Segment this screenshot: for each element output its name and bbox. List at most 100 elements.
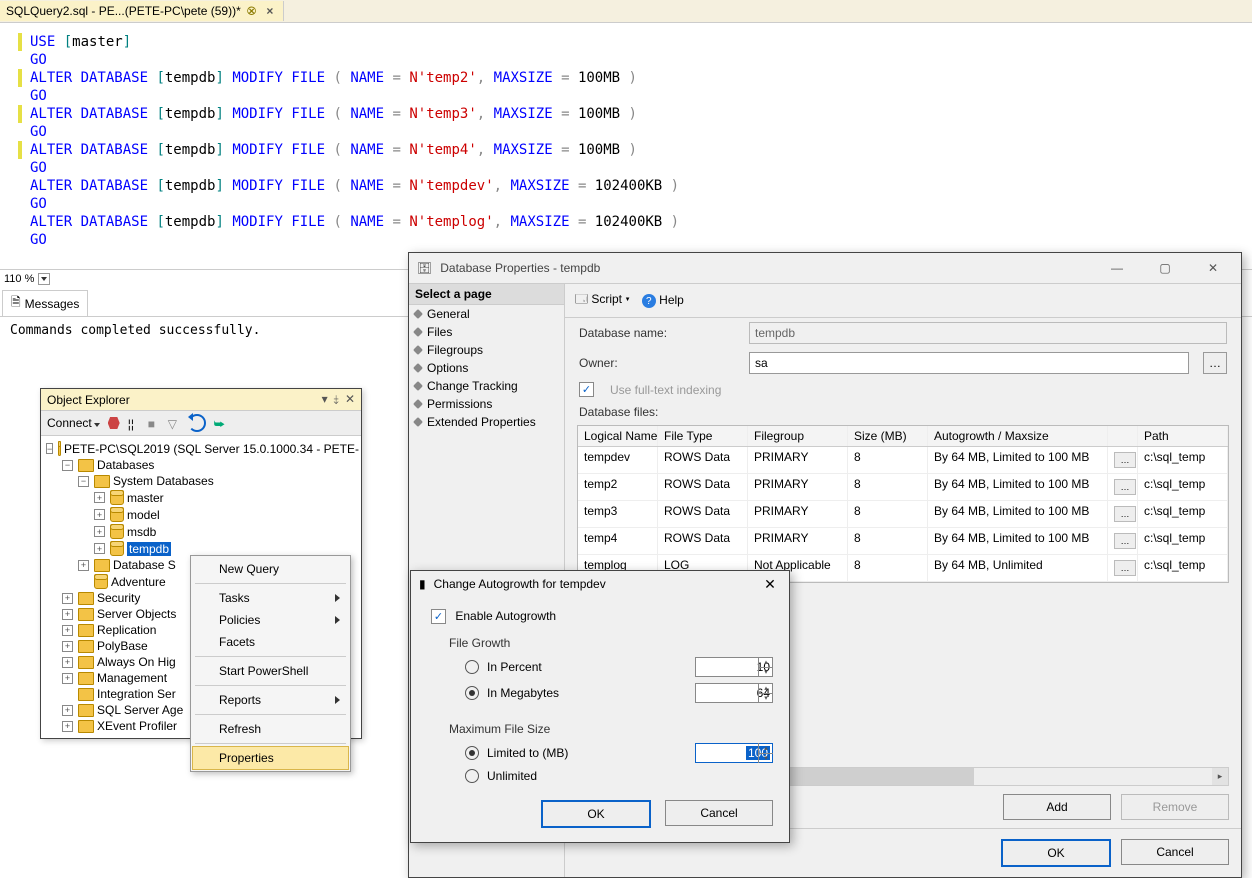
help-button[interactable]: ? Help bbox=[642, 293, 684, 309]
megabytes-radio[interactable] bbox=[465, 686, 479, 700]
files-grid[interactable]: Logical NameFile TypeFilegroupSize (MB)A… bbox=[577, 425, 1229, 583]
filter-icon[interactable]: ¦¦ bbox=[128, 417, 140, 429]
grid-row[interactable]: tempdevROWS DataPRIMARY8By 64 MB, Limite… bbox=[578, 447, 1228, 474]
close-icon[interactable]: ✕ bbox=[345, 392, 355, 407]
cancel-button[interactable]: Cancel bbox=[1121, 839, 1229, 865]
pin-icon[interactable]: ⤈ bbox=[334, 392, 339, 407]
megabytes-spinner[interactable]: 64▴▾ bbox=[695, 683, 773, 703]
tree-node[interactable]: −System Databases bbox=[43, 473, 359, 489]
grid-row[interactable]: temp3ROWS DataPRIMARY8By 64 MB, Limited … bbox=[578, 501, 1228, 528]
grid-row[interactable]: temp4ROWS DataPRIMARY8By 64 MB, Limited … bbox=[578, 528, 1228, 555]
fulltext-checkbox: ✓ bbox=[579, 382, 594, 397]
tree-node[interactable]: −Databases bbox=[43, 457, 359, 473]
unlimited-radio[interactable] bbox=[465, 769, 479, 783]
sql-editor[interactable]: USE [master]GOALTER DATABASE [tempdb] MO… bbox=[0, 23, 1252, 269]
dialog-title-bar[interactable]: 🗄 Database Properties - tempdb — ▢ ✕ bbox=[409, 253, 1241, 283]
remove-button: Remove bbox=[1121, 794, 1229, 820]
disconnect-icon[interactable] bbox=[108, 417, 120, 429]
zoom-value: 110 % bbox=[4, 273, 34, 285]
pin-icon[interactable]: ⮿ bbox=[247, 4, 257, 19]
unlimited-label: Unlimited bbox=[487, 769, 537, 783]
dropdown-icon[interactable]: ▾ bbox=[322, 392, 328, 407]
close-button[interactable]: ✕ bbox=[1193, 256, 1233, 280]
messages-tab[interactable]: 🗎 Messages bbox=[2, 290, 88, 316]
limited-radio[interactable] bbox=[465, 746, 479, 760]
nav-page[interactable]: General bbox=[409, 305, 564, 323]
ok-button[interactable]: OK bbox=[1001, 839, 1111, 867]
scroll-right-icon[interactable]: ▸ bbox=[1212, 768, 1228, 785]
messages-icon: 🗎 bbox=[11, 293, 21, 314]
autogrowth-button[interactable]: … bbox=[1114, 479, 1136, 495]
minimize-button[interactable]: — bbox=[1097, 256, 1137, 280]
autogrowth-button[interactable]: … bbox=[1114, 506, 1136, 522]
menu-item[interactable]: Policies bbox=[193, 609, 348, 631]
owner-label: Owner: bbox=[579, 356, 739, 370]
script-button[interactable]: 🗔 Script ▾ bbox=[575, 290, 630, 311]
db-name-field: tempdb bbox=[749, 322, 1227, 344]
nav-page[interactable]: Options bbox=[409, 359, 564, 377]
nav-page[interactable]: Extended Properties bbox=[409, 413, 564, 431]
stop-icon[interactable]: ■ bbox=[148, 417, 160, 429]
zoom-dropdown-icon[interactable] bbox=[38, 273, 50, 285]
object-explorer-toolbar: Connect ¦¦ ■ ▽ ⮩ bbox=[41, 410, 361, 436]
max-size-label: Maximum File Size bbox=[411, 718, 789, 740]
menu-item[interactable]: Reports bbox=[193, 689, 348, 711]
ok-button[interactable]: OK bbox=[541, 800, 651, 828]
limited-spinner[interactable]: 100▴▾ bbox=[695, 743, 773, 763]
file-icon: ▮ bbox=[419, 577, 426, 591]
refresh-icon[interactable] bbox=[188, 414, 206, 432]
maximize-button[interactable]: ▢ bbox=[1145, 256, 1185, 280]
limited-label: Limited to (MB) bbox=[487, 746, 568, 760]
file-growth-label: File Growth bbox=[411, 632, 789, 654]
autogrowth-button[interactable]: … bbox=[1114, 560, 1136, 576]
messages-tab-label: Messages bbox=[25, 297, 80, 311]
object-explorer-title: Object Explorer bbox=[47, 393, 130, 407]
tree-node[interactable]: +model bbox=[43, 506, 359, 523]
autogrowth-title: Change Autogrowth for tempdev bbox=[434, 577, 606, 591]
close-icon[interactable]: ✕ bbox=[759, 574, 781, 594]
close-tab-icon[interactable]: × bbox=[262, 4, 277, 18]
tree-node[interactable]: +master bbox=[43, 489, 359, 506]
nav-page[interactable]: Filegroups bbox=[409, 341, 564, 359]
messages-text: Commands completed successfully. bbox=[10, 323, 260, 338]
percent-label: In Percent bbox=[487, 660, 542, 674]
tree-node[interactable]: +msdb bbox=[43, 523, 359, 540]
owner-field[interactable]: sa bbox=[749, 352, 1189, 374]
autogrowth-dialog: ▮ Change Autogrowth for tempdev ✕ ✓ Enab… bbox=[410, 570, 790, 843]
tree-node[interactable]: −PETE-PC\SQL2019 (SQL Server 15.0.1000.3… bbox=[43, 440, 359, 457]
menu-item[interactable]: New Query bbox=[193, 558, 348, 580]
menu-item[interactable]: Start PowerShell bbox=[193, 660, 348, 682]
connect-button[interactable]: Connect bbox=[47, 416, 100, 430]
nav-page[interactable]: Files bbox=[409, 323, 564, 341]
menu-item[interactable]: Refresh bbox=[193, 718, 348, 740]
files-label: Database files: bbox=[579, 405, 739, 419]
db-name-label: Database name: bbox=[579, 326, 739, 340]
editor-tab-bar: SQLQuery2.sql - PE...(PETE-PC\pete (59))… bbox=[0, 0, 1252, 23]
fulltext-label: Use full-text indexing bbox=[610, 383, 721, 397]
activity-icon[interactable]: ⮩ bbox=[214, 417, 226, 429]
autogrowth-button[interactable]: … bbox=[1114, 452, 1136, 468]
grid-row[interactable]: temp2ROWS DataPRIMARY8By 64 MB, Limited … bbox=[578, 474, 1228, 501]
context-menu: New Query TasksPoliciesFacets Start PowerS… bbox=[190, 555, 351, 772]
tab-title: SQLQuery2.sql - PE...(PETE-PC\pete (59))… bbox=[6, 4, 241, 18]
menu-item[interactable]: Tasks bbox=[193, 587, 348, 609]
nav-page[interactable]: Change Tracking bbox=[409, 377, 564, 395]
page-nav-header: Select a page bbox=[409, 284, 564, 305]
enable-autogrowth-checkbox[interactable]: ✓ bbox=[431, 609, 446, 624]
menu-item[interactable]: Properties bbox=[192, 746, 349, 770]
owner-browse-button[interactable]: … bbox=[1203, 352, 1227, 374]
editor-tab[interactable]: SQLQuery2.sql - PE...(PETE-PC\pete (59))… bbox=[0, 1, 284, 21]
percent-radio[interactable] bbox=[465, 660, 479, 674]
funnel-icon[interactable]: ▽ bbox=[168, 417, 180, 429]
menu-item[interactable]: Facets bbox=[193, 631, 348, 653]
autogrowth-title-bar[interactable]: ▮ Change Autogrowth for tempdev ✕ bbox=[411, 571, 789, 597]
percent-spinner[interactable]: 10▴▾ bbox=[695, 657, 773, 677]
nav-page[interactable]: Permissions bbox=[409, 395, 564, 413]
dialog-title: Database Properties - tempdb bbox=[440, 261, 600, 275]
properties-toolbar: 🗔 Script ▾ ? Help bbox=[565, 284, 1241, 318]
autogrowth-button[interactable]: … bbox=[1114, 533, 1136, 549]
object-explorer-title-bar: Object Explorer ▾ ⤈ ✕ bbox=[41, 389, 361, 410]
cancel-button[interactable]: Cancel bbox=[665, 800, 773, 826]
enable-autogrowth-label: Enable Autogrowth bbox=[455, 609, 556, 623]
add-button[interactable]: Add bbox=[1003, 794, 1111, 820]
